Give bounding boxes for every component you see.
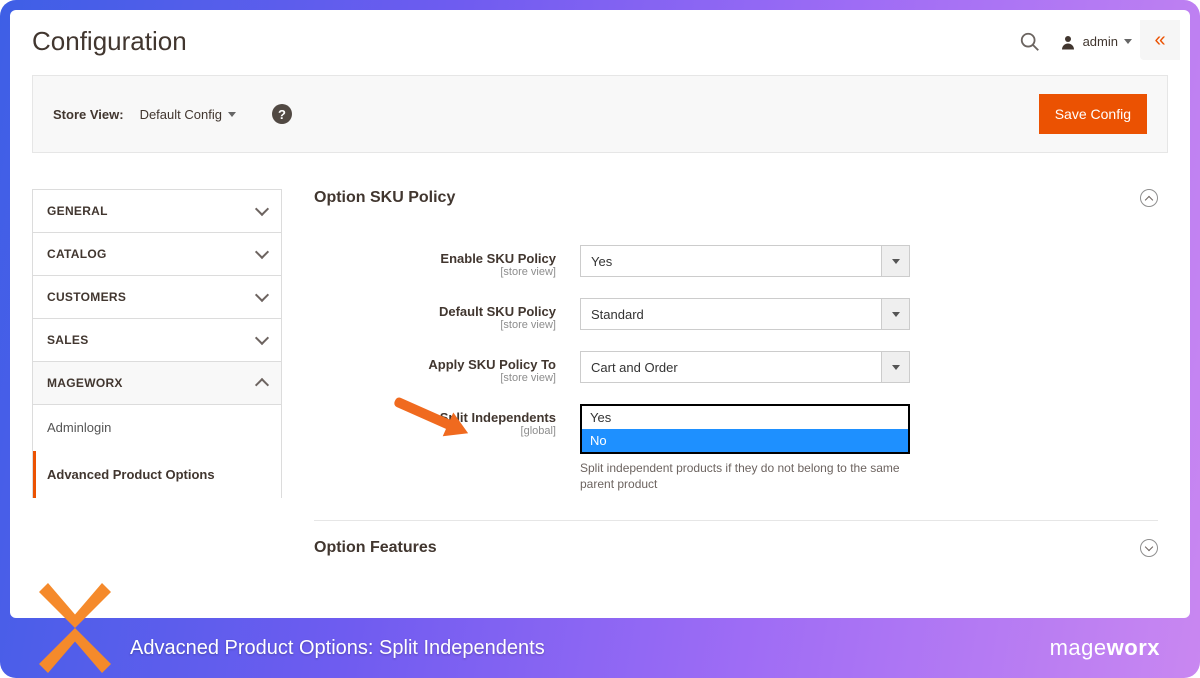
apply-sku-policy-to-select[interactable]: Cart and Order [580,351,910,383]
sidebar-item-catalog[interactable]: Catalog [32,232,282,276]
search-icon[interactable] [1019,31,1041,53]
sidebar-sub-advanced-product-options[interactable]: Advanced Product Options [33,451,281,498]
mageworx-wordmark: mageworx [1050,635,1160,661]
section-collapse-button[interactable] [1140,189,1158,207]
split-independents-select[interactable]: Yes No [580,404,910,454]
section-divider [314,520,1158,521]
default-sku-policy-select[interactable]: Standard [580,298,910,330]
help-icon[interactable]: ? [272,104,292,124]
caption-title: Advacned Product Options: Split Independ… [130,637,545,660]
sidebar-item-customers[interactable]: Customers [32,275,282,319]
sidebar-collapse-button[interactable]: « [1140,20,1180,60]
chevron-down-icon [1124,39,1132,44]
sidebar-item-sales[interactable]: Sales [32,318,282,362]
field-scope: [global] [314,425,556,437]
enable-sku-policy-select[interactable]: Yes [580,245,910,277]
section-expand-button[interactable] [1140,539,1158,557]
select-option-no[interactable]: No [582,429,908,452]
field-label: Default SKU Policy [314,304,556,319]
store-view-switcher[interactable]: Default Config [140,107,236,122]
field-label: Enable SKU Policy [314,251,556,266]
field-scope: [store view] [314,319,556,331]
store-view-label: Store View: [53,107,124,122]
chevron-down-icon [1145,543,1153,551]
save-config-button[interactable]: Save Config [1039,94,1147,134]
page-title: Configuration [32,26,187,57]
chevron-down-icon [881,299,909,329]
section-title-sku-policy: Option SKU Policy [314,189,455,207]
chevron-down-icon [881,352,909,382]
user-icon [1059,33,1077,51]
field-helper-text: Split independent products if they do no… [580,460,910,492]
sidebar-sub-adminlogin[interactable]: Adminlogin [33,404,281,451]
sidebar-item-mageworx[interactable]: Mageworx [32,361,282,405]
chevron-down-icon [255,245,269,259]
sidebar-item-general[interactable]: General [32,189,282,233]
config-sidebar: General Catalog Customers Sales Mageworx… [32,189,282,557]
chevron-down-icon [881,246,909,276]
field-scope: [store view] [314,266,556,278]
chevron-left-icon: « [1154,29,1165,52]
chevron-down-icon [255,331,269,345]
chevron-up-icon [1145,195,1153,203]
chevron-down-icon [255,288,269,302]
section-title-option-features: Option Features [314,539,437,557]
account-username: admin [1083,34,1118,49]
chevron-up-icon [255,378,269,392]
field-label: Apply SKU Policy To [314,357,556,372]
chevron-down-icon [228,112,236,117]
field-scope: [store view] [314,372,556,384]
chevron-down-icon [255,202,269,216]
select-option-yes[interactable]: Yes [582,406,908,429]
account-menu[interactable]: admin [1059,33,1132,51]
field-label: Split Independents [314,410,556,425]
